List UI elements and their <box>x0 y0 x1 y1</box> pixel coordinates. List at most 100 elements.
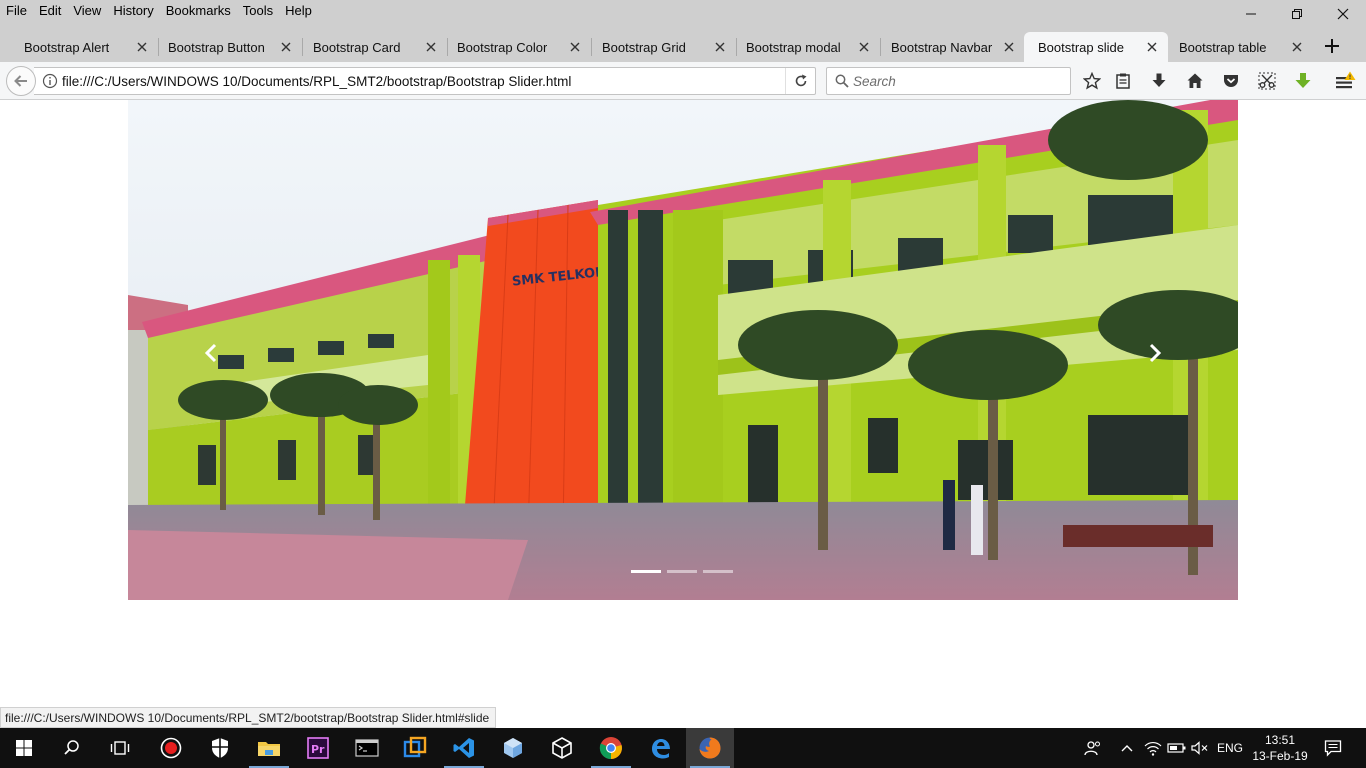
carousel-next-button[interactable] <box>1140 338 1170 368</box>
menu-bookmarks[interactable]: Bookmarks <box>160 0 237 22</box>
task-view-icon <box>110 741 130 755</box>
carousel-indicators <box>631 570 733 573</box>
tab-close-icon[interactable] <box>1144 39 1160 55</box>
home-button[interactable] <box>1184 70 1206 92</box>
taskbar-command-prompt[interactable] <box>343 728 391 768</box>
tab-close-icon[interactable] <box>423 39 439 55</box>
task-view-button[interactable] <box>96 728 144 768</box>
volume-button[interactable] <box>1189 728 1211 768</box>
taskbar-virtualbox-app[interactable] <box>538 728 586 768</box>
show-hidden-icons-button[interactable] <box>1118 728 1136 768</box>
taskbar-defender-app[interactable] <box>196 728 244 768</box>
menu-bar: File Edit View History Bookmarks Tools H… <box>0 0 318 22</box>
taskbar-premiere-app[interactable]: Pr <box>294 728 342 768</box>
hamburger-menu-icon <box>1336 71 1356 89</box>
tab-bootstrap-button[interactable]: Bootstrap Button <box>154 32 302 62</box>
carousel-indicator-3[interactable] <box>703 570 733 573</box>
people-button[interactable] <box>1080 728 1106 768</box>
tab-label: Bootstrap Color <box>457 39 548 55</box>
downloads-button[interactable] <box>1148 70 1170 92</box>
tab-label: Bootstrap Button <box>168 39 265 55</box>
tab-label: Bootstrap modal <box>746 39 841 55</box>
restore-button[interactable] <box>1274 0 1320 28</box>
clock[interactable]: 13:51 13-Feb-19 <box>1248 732 1312 764</box>
pocket-icon <box>1224 75 1238 87</box>
clock-time: 13:51 <box>1264 733 1296 747</box>
action-center-button[interactable] <box>1318 728 1348 768</box>
download-arrow-icon <box>1152 73 1166 87</box>
chrome-icon <box>599 737 622 760</box>
taskbar-3d-app[interactable] <box>489 728 537 768</box>
tab-bootstrap-navbar[interactable]: Bootstrap Navbar <box>877 32 1025 62</box>
tab-close-icon[interactable] <box>134 39 150 55</box>
menu-file[interactable]: File <box>0 0 33 22</box>
status-bar: file:///C:/Users/WINDOWS 10/Documents/RP… <box>0 707 497 728</box>
input-language-button[interactable]: ENG <box>1214 728 1246 768</box>
start-button[interactable] <box>0 728 48 768</box>
clipboard-icon <box>1116 73 1130 89</box>
taskbar-file-explorer[interactable] <box>245 728 293 768</box>
url-text[interactable]: file:///C:/Users/WINDOWS 10/Documents/RP… <box>62 74 571 89</box>
bookmark-star-button[interactable] <box>1081 70 1103 92</box>
carousel-prev-button[interactable] <box>196 338 226 368</box>
taskbar-firefox[interactable] <box>686 728 734 768</box>
taskbar-recorder-app[interactable] <box>147 728 195 768</box>
tab-close-icon[interactable] <box>278 39 294 55</box>
taskbar-search-button[interactable] <box>48 728 96 768</box>
tab-bootstrap-color[interactable]: Bootstrap Color <box>443 32 591 62</box>
premiere-icon: Pr <box>307 737 329 759</box>
tab-close-icon[interactable] <box>856 39 872 55</box>
url-bar[interactable]: file:///C:/Users/WINDOWS 10/Documents/RP… <box>34 67 816 95</box>
tab-close-icon[interactable] <box>567 39 583 55</box>
open-menu-button[interactable] <box>1334 70 1356 92</box>
close-window-button[interactable] <box>1320 0 1366 28</box>
back-button[interactable] <box>6 66 36 96</box>
taskbar-app-orange[interactable] <box>391 728 439 768</box>
home-icon <box>1187 73 1203 88</box>
menu-history[interactable]: History <box>107 0 159 22</box>
school-building-photo: SMK TELKOM <box>128 100 1238 600</box>
taskbar-vscode[interactable] <box>440 728 488 768</box>
new-tab-button[interactable] <box>1318 34 1346 58</box>
tab-bootstrap-modal[interactable]: Bootstrap modal <box>732 32 880 62</box>
battery-button[interactable] <box>1166 728 1188 768</box>
screenshot-button[interactable] <box>1256 70 1278 92</box>
info-icon[interactable] <box>42 73 58 89</box>
reading-list-button[interactable] <box>1112 70 1134 92</box>
wifi-button[interactable] <box>1142 728 1164 768</box>
download-helper-button[interactable] <box>1292 70 1314 92</box>
carousel-indicator-1[interactable] <box>631 570 661 573</box>
taskbar-chrome[interactable] <box>587 728 635 768</box>
tab-close-icon[interactable] <box>1001 39 1017 55</box>
search-input[interactable] <box>853 71 1063 91</box>
tab-close-icon[interactable] <box>712 39 728 55</box>
tab-bootstrap-alert[interactable]: Bootstrap Alert <box>10 32 158 62</box>
volume-muted-icon <box>1191 741 1208 755</box>
restore-icon <box>1292 9 1302 19</box>
back-arrow-icon <box>14 75 27 87</box>
taskbar-edge[interactable] <box>636 728 684 768</box>
search-icon <box>64 740 79 755</box>
pocket-button[interactable] <box>1220 70 1242 92</box>
carousel-indicator-2[interactable] <box>667 570 697 573</box>
cube-icon <box>504 738 522 758</box>
scissors-icon <box>1258 72 1276 90</box>
minimize-button[interactable] <box>1228 0 1274 28</box>
tab-bootstrap-grid[interactable]: Bootstrap Grid <box>588 32 736 62</box>
menu-help[interactable]: Help <box>279 0 318 22</box>
battery-icon <box>1167 743 1186 753</box>
tab-bootstrap-table[interactable]: Bootstrap table <box>1165 32 1313 62</box>
menu-tools[interactable]: Tools <box>237 0 279 22</box>
windows-taskbar: Pr ENG 13:51 13-Feb-19 <box>0 728 1366 768</box>
tab-bootstrap-card[interactable]: Bootstrap Card <box>299 32 447 62</box>
search-bar[interactable] <box>826 67 1071 95</box>
record-icon <box>160 737 182 759</box>
tab-close-icon[interactable] <box>1289 39 1305 55</box>
minimize-icon <box>1246 13 1256 15</box>
menu-edit[interactable]: Edit <box>33 0 67 22</box>
menu-view[interactable]: View <box>67 0 107 22</box>
chevron-up-icon <box>1121 745 1133 752</box>
reload-button[interactable] <box>785 68 815 94</box>
tab-strip: Bootstrap Alert Bootstrap Button Bootstr… <box>0 30 1366 62</box>
tab-bootstrap-slide[interactable]: Bootstrap slide <box>1024 32 1168 62</box>
